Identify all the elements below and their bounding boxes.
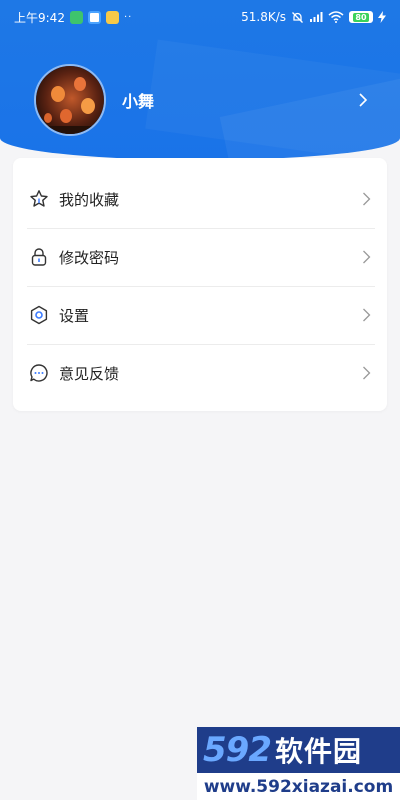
menu-item-label: 我的收藏 <box>59 190 120 209</box>
watermark-number: 592 <box>203 730 272 770</box>
chevron-right-icon[interactable] <box>358 93 368 107</box>
watermark-logo: 592 软件园 <box>197 727 400 773</box>
star-icon <box>30 190 48 207</box>
status-bar: 上午9:42 ·· 51.8K/s 80 <box>0 0 400 34</box>
menu-card: 我的收藏 修改密码 设置 意见反馈 <box>13 158 387 411</box>
charging-bolt-icon <box>378 11 386 23</box>
chat-bubble-icon <box>30 364 48 382</box>
watermark-url: www.592xiazai.com <box>197 773 400 800</box>
menu-item-feedback[interactable]: 意见反馈 <box>13 344 387 402</box>
cellular-signal-icon <box>310 12 323 22</box>
settings-hex-icon <box>30 305 48 325</box>
lock-icon <box>31 248 47 266</box>
status-bar-right: 51.8K/s 80 <box>241 10 386 24</box>
chevron-right-icon <box>363 308 371 322</box>
status-bar-left: 上午9:42 ·· <box>14 9 132 26</box>
menu-item-settings[interactable]: 设置 <box>13 286 387 344</box>
battery-icon: 80 <box>349 11 373 23</box>
network-speed: 51.8K/s <box>241 10 286 24</box>
avatar[interactable] <box>34 64 106 136</box>
watermark-brand: 软件园 <box>274 735 362 768</box>
wechat-notification-icon <box>69 10 83 24</box>
app-notification-icon <box>87 10 101 24</box>
site-watermark: 592 软件园 www.592xiazai.com <box>197 727 400 800</box>
chevron-right-icon <box>363 192 371 206</box>
more-notifications-icon: ·· <box>123 11 133 23</box>
chevron-right-icon <box>363 250 371 264</box>
menu-item-change-password[interactable]: 修改密码 <box>13 228 387 286</box>
menu-item-label: 设置 <box>59 306 90 325</box>
battery-level: 80 <box>353 12 369 22</box>
wifi-icon <box>328 11 344 23</box>
chevron-right-icon <box>363 366 371 380</box>
username: 小舞 <box>122 92 155 111</box>
menu-item-favorites[interactable]: 我的收藏 <box>13 170 387 228</box>
menu-item-label: 意见反馈 <box>59 364 120 383</box>
status-time: 上午9:42 <box>14 10 65 25</box>
profile-row[interactable]: 小舞 <box>0 62 400 138</box>
app-notification-icon <box>105 10 119 24</box>
menu-item-label: 修改密码 <box>59 248 120 267</box>
avatar-image <box>36 66 104 134</box>
mute-bell-icon <box>292 11 303 23</box>
